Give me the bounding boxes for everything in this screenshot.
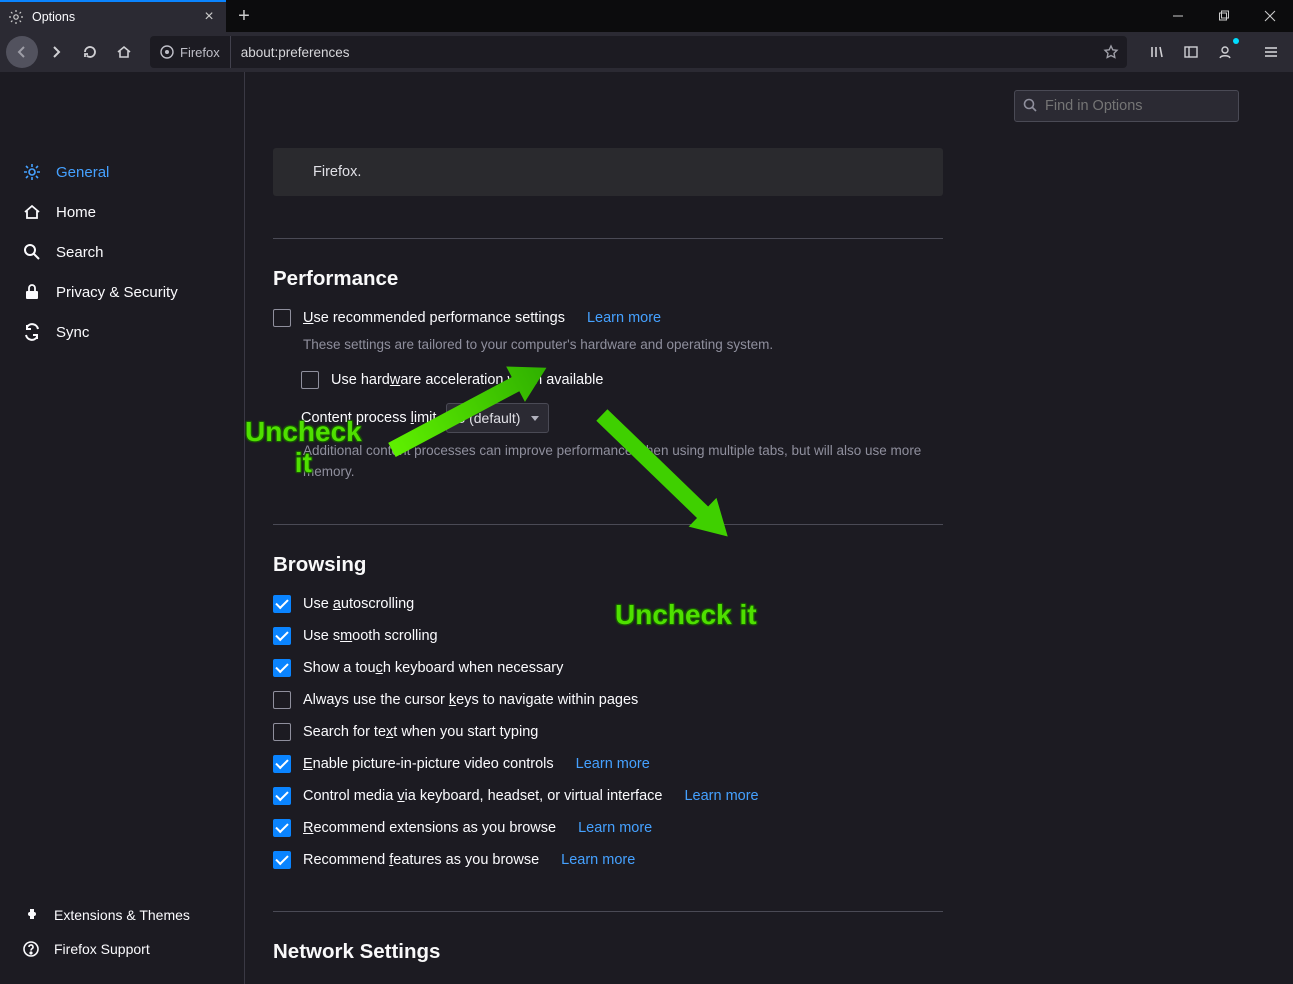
sidebar-item-label: Sync bbox=[56, 324, 89, 341]
reload-button[interactable] bbox=[74, 36, 106, 68]
checkbox-label: Use recommended performance settings bbox=[303, 310, 565, 326]
sidebar-item-search[interactable]: Search bbox=[0, 232, 244, 272]
app-menu-button[interactable] bbox=[1255, 36, 1287, 68]
url-bar[interactable]: Firefox about:preferences bbox=[150, 36, 1127, 68]
sidebar-item-label: General bbox=[56, 164, 109, 181]
checkbox-label: Use smooth scrolling bbox=[303, 628, 438, 644]
url-text[interactable]: about:preferences bbox=[231, 45, 1095, 60]
checkbox-touch-keyboard[interactable] bbox=[273, 659, 291, 677]
bookmark-star-button[interactable] bbox=[1095, 44, 1127, 60]
library-button[interactable] bbox=[1141, 36, 1173, 68]
browser-tab[interactable]: Options × bbox=[0, 0, 226, 32]
divider bbox=[273, 238, 943, 239]
gear-icon bbox=[22, 162, 42, 182]
checkbox-cursor-keys[interactable] bbox=[273, 691, 291, 709]
sync-icon bbox=[22, 322, 42, 342]
learn-more-link[interactable]: Learn more bbox=[578, 820, 652, 836]
sidebar-item-label: Search bbox=[56, 244, 104, 261]
section-title-network: Network Settings bbox=[273, 940, 943, 964]
checkbox-recommend-extensions[interactable] bbox=[273, 819, 291, 837]
home-button[interactable] bbox=[108, 36, 140, 68]
find-in-options-input[interactable] bbox=[1014, 90, 1239, 122]
section-title-performance: Performance bbox=[273, 267, 943, 291]
checkbox-recommend-features[interactable] bbox=[273, 851, 291, 869]
checkbox-label: Enable picture-in-picture video controls bbox=[303, 756, 554, 772]
checkbox-label: Recommend extensions as you browse bbox=[303, 820, 556, 836]
firefox-icon bbox=[160, 45, 174, 59]
learn-more-link[interactable]: Learn more bbox=[587, 310, 661, 326]
learn-more-link[interactable]: Learn more bbox=[561, 852, 635, 868]
sidebar-item-privacy[interactable]: Privacy & Security bbox=[0, 272, 244, 312]
section-title-browsing: Browsing bbox=[273, 553, 943, 577]
learn-more-link[interactable]: Learn more bbox=[684, 788, 758, 804]
home-icon bbox=[22, 202, 42, 222]
sidebar-item-general[interactable]: General bbox=[0, 152, 244, 192]
sidebar-item-sync[interactable]: Sync bbox=[0, 312, 244, 352]
titlebar: Options × + bbox=[0, 0, 1293, 32]
info-card: Firefox. bbox=[273, 148, 943, 196]
checkbox-smooth-scrolling[interactable] bbox=[273, 627, 291, 645]
sidebar-item-home[interactable]: Home bbox=[0, 192, 244, 232]
sidebar-button[interactable] bbox=[1175, 36, 1207, 68]
forward-button[interactable] bbox=[40, 36, 72, 68]
gear-icon bbox=[8, 9, 24, 25]
checkbox-hardware-acceleration[interactable] bbox=[301, 371, 319, 389]
sidebar-item-extensions[interactable]: Extensions & Themes bbox=[0, 898, 244, 932]
puzzle-icon bbox=[22, 906, 40, 924]
lock-icon bbox=[22, 282, 42, 302]
close-window-button[interactable] bbox=[1247, 0, 1293, 32]
sidebar-item-support[interactable]: Firefox Support bbox=[0, 932, 244, 966]
sidebar-item-label: Extensions & Themes bbox=[54, 907, 190, 923]
checkbox-label: Show a touch keyboard when necessary bbox=[303, 660, 563, 676]
checkbox-label: Use autoscrolling bbox=[303, 596, 414, 612]
back-button[interactable] bbox=[6, 36, 38, 68]
checkbox-search-typing[interactable] bbox=[273, 723, 291, 741]
checkbox-pip[interactable] bbox=[273, 755, 291, 773]
checkbox-media-control[interactable] bbox=[273, 787, 291, 805]
checkbox-label: Recommend features as you browse bbox=[303, 852, 539, 868]
divider bbox=[273, 911, 943, 912]
search-icon bbox=[22, 242, 42, 262]
checkbox-label: Search for text when you start typing bbox=[303, 724, 538, 740]
checkbox-recommended-settings[interactable] bbox=[273, 309, 291, 327]
checkbox-label: Control media via keyboard, headset, or … bbox=[303, 788, 662, 804]
divider bbox=[273, 524, 943, 525]
sidebar-item-label: Firefox Support bbox=[54, 941, 150, 957]
account-button[interactable] bbox=[1209, 36, 1241, 68]
navbar: Firefox about:preferences bbox=[0, 32, 1293, 72]
tab-title: Options bbox=[32, 10, 200, 24]
sidebar-item-label: Home bbox=[56, 204, 96, 221]
checkbox-autoscrolling[interactable] bbox=[273, 595, 291, 613]
sidebar-item-label: Privacy & Security bbox=[56, 284, 178, 301]
minimize-button[interactable] bbox=[1155, 0, 1201, 32]
checkbox-label: Always use the cursor keys to navigate w… bbox=[303, 692, 638, 708]
learn-more-link[interactable]: Learn more bbox=[576, 756, 650, 772]
help-icon bbox=[22, 940, 40, 958]
identity-box[interactable]: Firefox bbox=[150, 36, 231, 68]
preferences-sidebar: General Home Search Privacy & Security S… bbox=[0, 72, 245, 984]
hint-text: These settings are tailored to your comp… bbox=[303, 335, 943, 355]
new-tab-button[interactable]: + bbox=[226, 0, 262, 32]
main-scroll-area[interactable]: Firefox. Performance Use recommended per… bbox=[245, 72, 1293, 984]
identity-label: Firefox bbox=[180, 45, 220, 60]
window-controls bbox=[1155, 0, 1293, 32]
close-tab-button[interactable]: × bbox=[200, 8, 218, 26]
search-icon bbox=[1022, 97, 1038, 113]
maximize-button[interactable] bbox=[1201, 0, 1247, 32]
